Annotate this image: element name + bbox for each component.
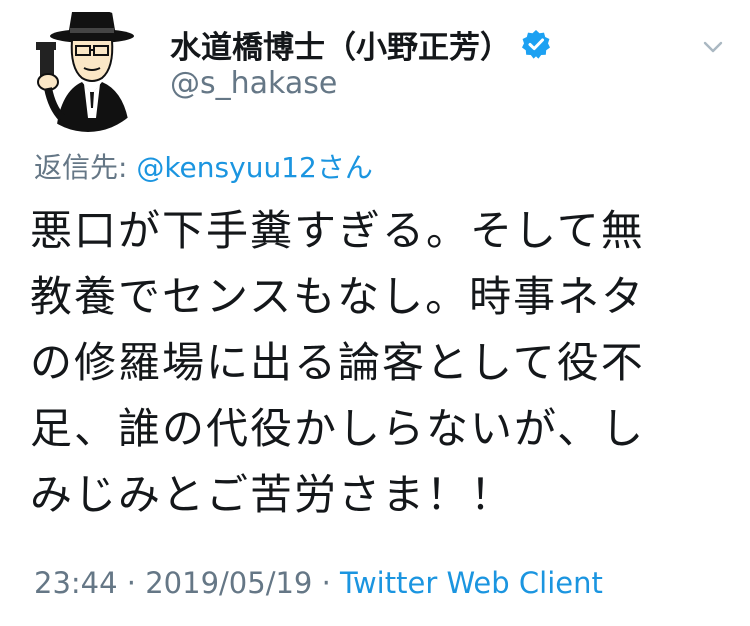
- author-handle[interactable]: @s_hakase: [170, 66, 337, 101]
- tweet-client-link[interactable]: Twitter Web Client: [340, 566, 603, 600]
- meta-separator: ·: [312, 566, 341, 600]
- tweet-time[interactable]: 23:44: [34, 566, 118, 600]
- author-name-row: 水道橋博士（小野正芳）: [170, 22, 551, 66]
- author-display-name[interactable]: 水道橋博士（小野正芳）: [170, 22, 511, 67]
- replying-to-label: 返信先:: [34, 151, 137, 184]
- tweet-text: 悪口が下手糞すぎる。そして無 教養でセンスもなし。時事ネタ の修羅場に出る論客と…: [30, 198, 720, 528]
- tweet-text-line: 悪口が下手糞すぎる。そして無: [30, 206, 645, 255]
- tweet-meta: 23:44 · 2019/05/19 · Twitter Web Client: [34, 566, 603, 600]
- tweet-date[interactable]: 2019/05/19: [145, 566, 312, 600]
- tweet-text-line: の修羅場に出る論客として役不: [30, 338, 645, 387]
- verified-badge-icon: [521, 29, 551, 59]
- meta-separator: ·: [117, 566, 146, 600]
- tweet-text-line: みじみとご苦労さま！！: [30, 470, 515, 519]
- avatar-illustration-icon: [36, 12, 134, 132]
- chevron-down-icon[interactable]: [700, 34, 726, 60]
- tweet-text-line: 足、誰の代役かしらないが、し: [30, 404, 646, 453]
- replying-to-user-link[interactable]: @kensyuu12さん: [136, 151, 372, 184]
- avatar[interactable]: [26, 8, 150, 132]
- tweet-card: 水道橋博士（小野正芳） @s_hakase 返信先: @kensyuu12さん …: [0, 0, 750, 626]
- tweet-text-line: 教養でセンスもなし。時事ネタ: [30, 272, 646, 321]
- replying-to: 返信先: @kensyuu12さん: [34, 146, 373, 186]
